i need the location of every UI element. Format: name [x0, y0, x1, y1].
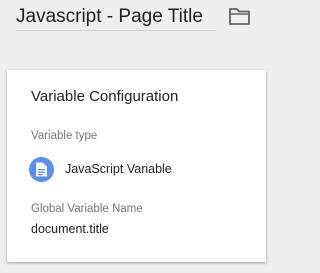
document-icon: [29, 157, 54, 182]
variable-header: [0, 0, 266, 52]
variable-type-label: Variable type: [31, 130, 98, 142]
variable-type-name: JavaScript Variable: [65, 162, 172, 176]
variable-name-input[interactable]: [16, 4, 216, 31]
folder-icon: [228, 8, 252, 31]
card-title: Variable Configuration: [31, 88, 179, 105]
folder-button[interactable]: [228, 5, 252, 27]
variable-type-selector[interactable]: JavaScript Variable: [29, 157, 249, 183]
variable-configuration-card: Variable Configuration Variable type Jav…: [7, 70, 266, 262]
global-variable-name-value: document.title: [31, 222, 109, 236]
global-variable-name-label: Global Variable Name: [31, 203, 143, 215]
